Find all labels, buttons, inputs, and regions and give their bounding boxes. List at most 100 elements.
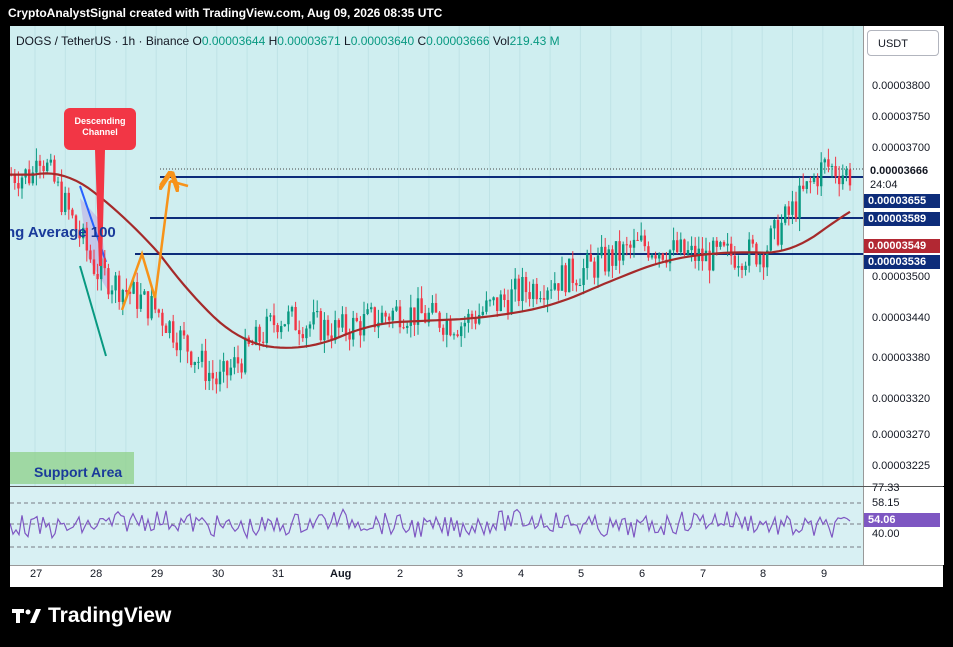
price-tick: 0.00003440 xyxy=(872,312,931,324)
candle-body xyxy=(575,282,578,286)
candle-body xyxy=(499,294,502,311)
candle-body xyxy=(204,350,207,382)
legend-low-value: 0.00003640 xyxy=(350,34,415,48)
candle-body xyxy=(197,361,200,363)
candle-body xyxy=(816,177,819,187)
candle-body xyxy=(287,311,290,325)
rsi-pane[interactable] xyxy=(10,487,863,565)
brand-name: TradingView xyxy=(48,604,172,627)
candle-body xyxy=(737,266,740,268)
candle-body xyxy=(751,239,754,244)
chart-frame: DOGS / TetherUS · 1h · Binance O0.000036… xyxy=(10,26,944,587)
legend-high-value: 0.00003671 xyxy=(277,34,341,48)
candle-body xyxy=(56,181,60,183)
candle-body xyxy=(290,307,294,312)
candle-body xyxy=(532,283,535,299)
candle-body xyxy=(240,363,243,373)
candle-body xyxy=(398,306,402,328)
candle-body xyxy=(557,283,560,291)
candle-body xyxy=(496,297,499,311)
candle-body xyxy=(67,192,70,210)
candle-body xyxy=(535,283,538,300)
candle-body xyxy=(269,315,272,317)
candle-body xyxy=(366,309,369,315)
candle-body xyxy=(614,241,618,266)
candle-body xyxy=(733,255,736,268)
candle-body xyxy=(762,254,765,268)
candle-body xyxy=(600,246,603,256)
candle-body xyxy=(136,282,139,309)
candle-body xyxy=(211,372,214,379)
candle-body xyxy=(452,334,456,336)
rsi-value-tag: 54.06 xyxy=(864,513,940,527)
candle-body xyxy=(474,318,477,324)
candle-body xyxy=(791,201,794,215)
candle-body xyxy=(13,174,16,184)
currency-button[interactable]: USDT xyxy=(867,30,939,56)
candle-body xyxy=(233,357,236,368)
price-tick: 0.00003225 xyxy=(872,460,931,472)
candle-body xyxy=(593,261,596,278)
time-tick: 27 xyxy=(30,568,43,580)
candle-body xyxy=(391,310,394,321)
time-tick: 30 xyxy=(212,568,225,580)
candle-body xyxy=(110,290,114,295)
candle-body xyxy=(564,265,567,293)
candle-body xyxy=(200,350,204,362)
candle-body xyxy=(830,166,834,168)
candle-body xyxy=(186,335,189,352)
candle-body xyxy=(258,326,261,342)
candle-body xyxy=(352,317,355,340)
candle-body xyxy=(215,378,218,385)
candle-body xyxy=(773,220,776,229)
candle-body xyxy=(478,314,481,324)
symbol-legend[interactable]: DOGS / TetherUS · 1h · Binance O0.000036… xyxy=(16,34,560,48)
candle-body xyxy=(636,239,639,241)
candle-body xyxy=(380,312,384,323)
candle-body xyxy=(294,307,297,331)
candle-body xyxy=(683,239,686,255)
price-pane[interactable]: DOGS / TetherUS · 1h · Binance O0.000036… xyxy=(10,26,863,486)
candle-body xyxy=(845,169,848,176)
candle-body xyxy=(96,273,99,280)
legend-volume-value: 219.43 M xyxy=(509,34,560,48)
candle-body xyxy=(820,162,823,187)
price-tag-level1: 0.00003655 xyxy=(864,194,940,208)
time-axis[interactable] xyxy=(10,565,943,587)
time-tick: 28 xyxy=(90,568,103,580)
candle-body xyxy=(503,294,506,301)
candle-body xyxy=(582,268,585,286)
candle-body xyxy=(838,176,841,185)
candle-body xyxy=(488,300,492,302)
candle-body xyxy=(456,334,459,337)
candle-body xyxy=(524,276,528,293)
candle-body xyxy=(611,249,614,266)
candle-body xyxy=(226,361,229,376)
candle-body xyxy=(586,253,589,269)
price-tick: 0.00003380 xyxy=(872,352,931,364)
candle-body xyxy=(442,327,445,335)
legend-volume-label: Vol xyxy=(492,34,510,48)
candle-body xyxy=(308,324,312,329)
candle-body xyxy=(251,343,254,345)
candle-body xyxy=(460,326,463,337)
rsi-tick: 58.15 xyxy=(872,497,900,509)
time-tick: 4 xyxy=(518,568,525,580)
time-tick-month: Aug xyxy=(330,568,352,580)
candle-body xyxy=(157,309,160,313)
tradingview-logo[interactable]: TradingView xyxy=(12,604,171,628)
candle-body xyxy=(571,258,574,283)
candle-body xyxy=(319,310,322,341)
price-tick: 0.00003800 xyxy=(872,80,931,92)
candle-body xyxy=(24,169,27,178)
candle-body xyxy=(596,255,600,278)
candle-body xyxy=(686,250,690,255)
candle-body xyxy=(28,169,31,184)
candle-body xyxy=(89,250,92,260)
candle-body xyxy=(755,243,758,265)
candle-body xyxy=(834,166,837,177)
candle-body xyxy=(640,235,643,241)
candle-body xyxy=(798,185,801,219)
time-tick: 6 xyxy=(639,568,646,580)
candle-body xyxy=(550,289,553,291)
